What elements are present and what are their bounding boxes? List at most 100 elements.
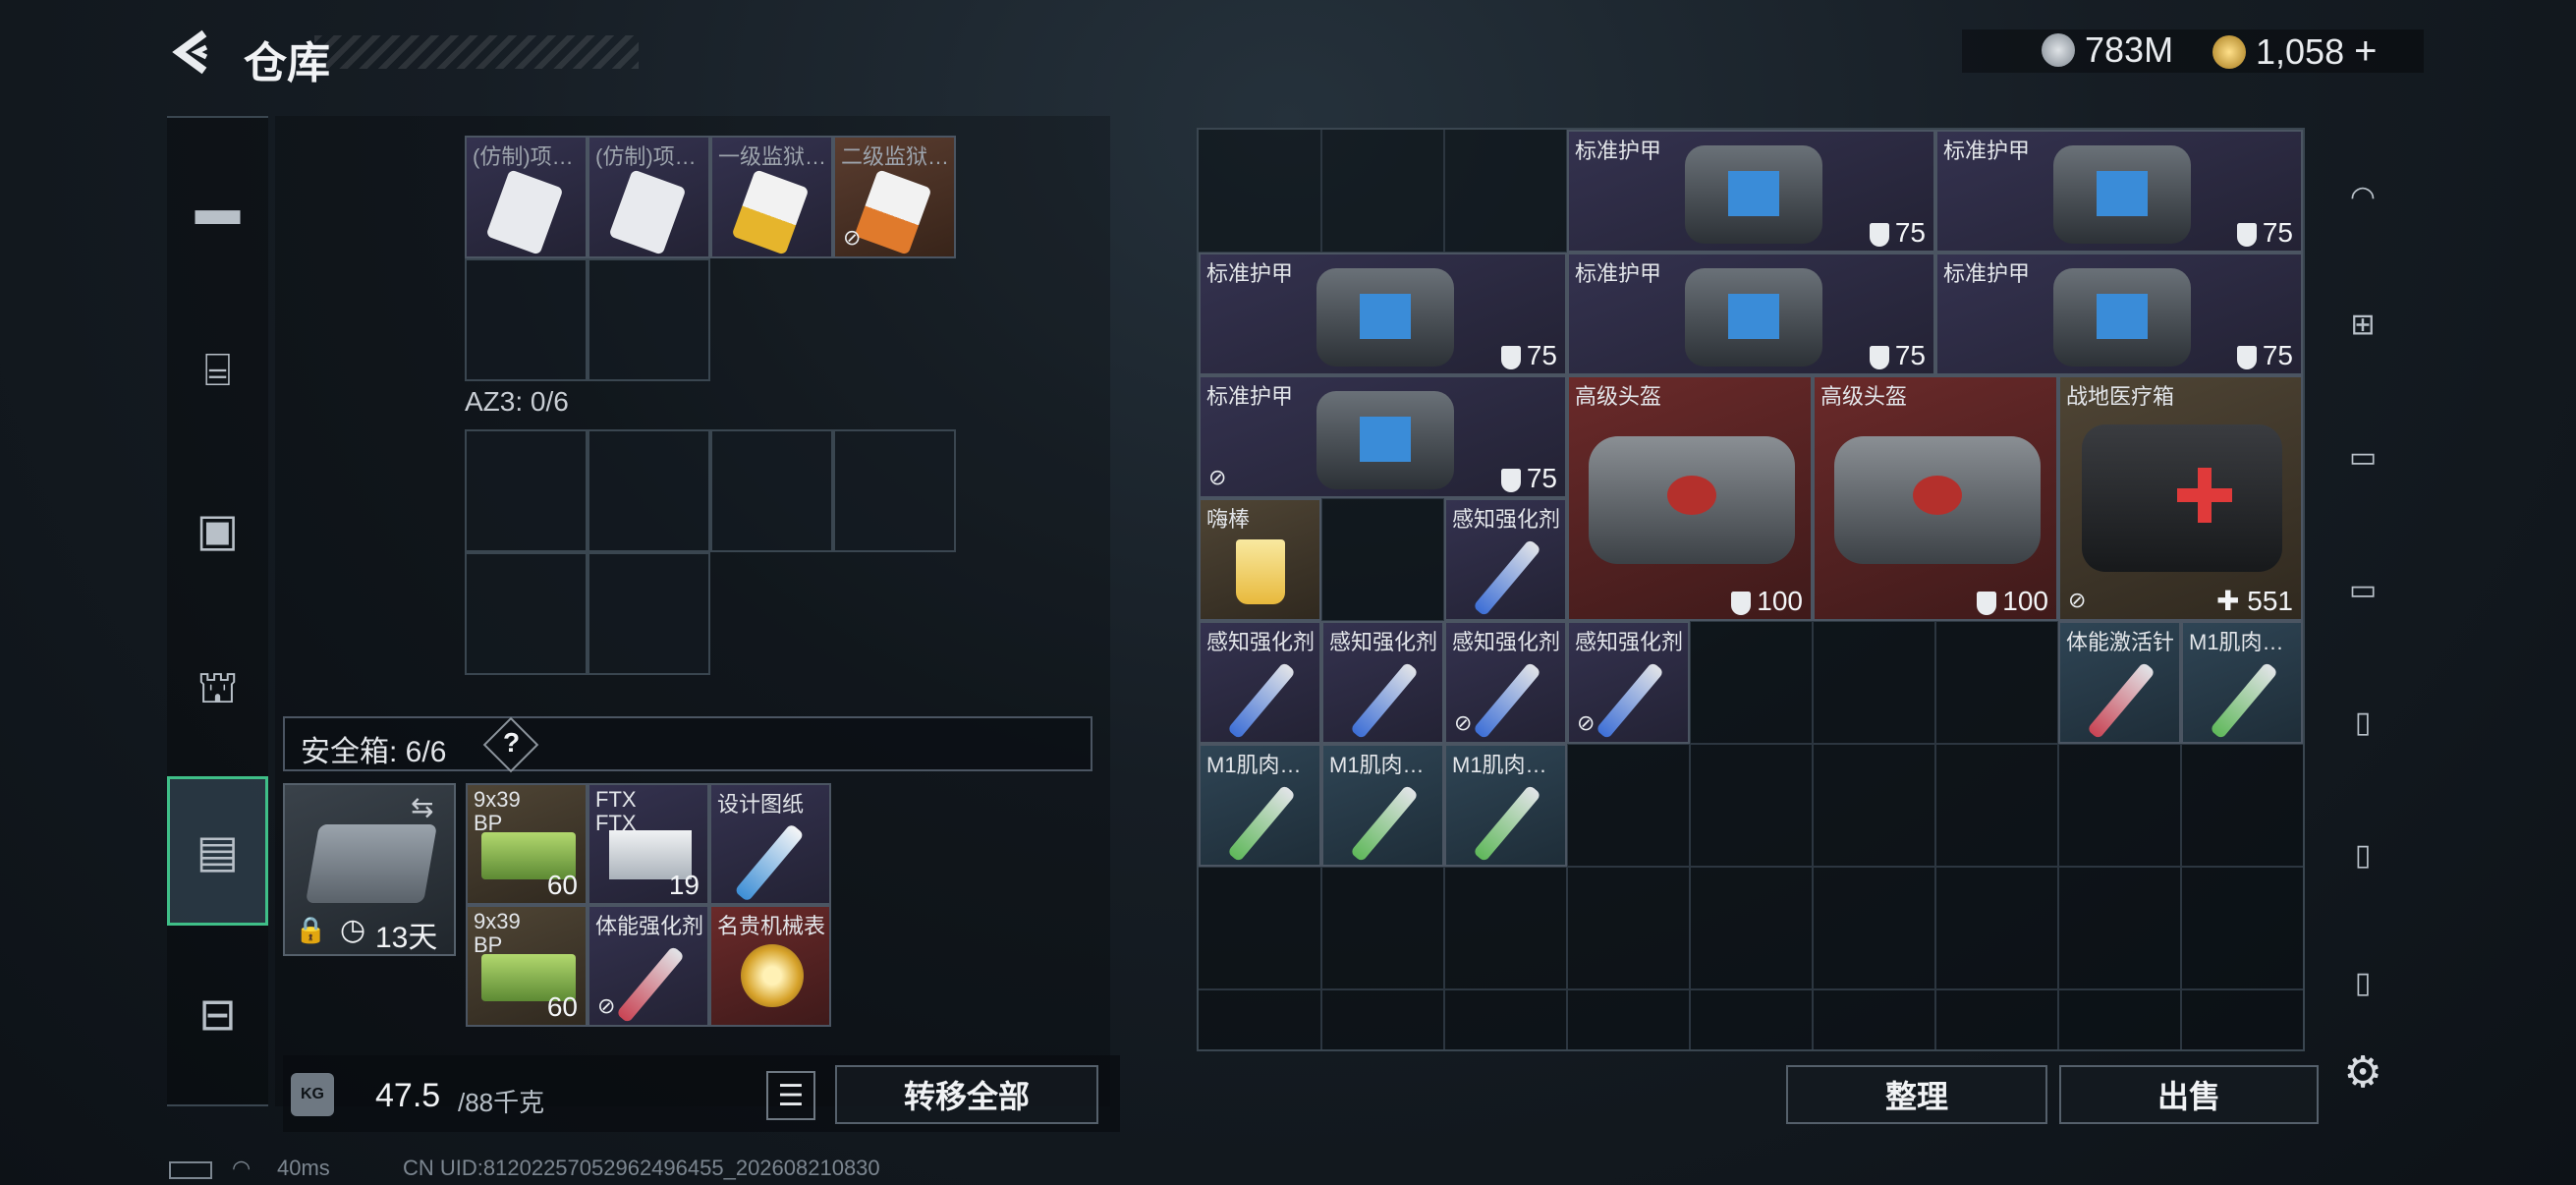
vital-injector-item[interactable]: 体能激活针 xyxy=(2058,621,2181,744)
gold-currency[interactable]: 1,058 + xyxy=(2212,29,2377,74)
armor-item[interactable]: 标准护甲 75 xyxy=(1567,130,1935,253)
armor-item[interactable]: 标准护甲 75 xyxy=(1567,253,1935,375)
filter-card-1[interactable]: ▯ xyxy=(2328,688,2397,757)
ammo-item-2[interactable]: 9x39 BP 60 xyxy=(466,905,588,1027)
item-name: 高级头盔 xyxy=(1575,384,1662,409)
watch-item[interactable]: 名贵机械表 xyxy=(709,905,831,1027)
az3-slot[interactable] xyxy=(588,429,710,552)
organize-button[interactable]: 整理 xyxy=(1786,1065,2047,1124)
filter-card-3[interactable]: ▯ xyxy=(2328,948,2397,1017)
armor-item[interactable]: 标准护甲 ⊘ 75 xyxy=(1199,375,1567,498)
category-bag[interactable]: ⛫ xyxy=(167,639,268,740)
stamina-booster-item[interactable]: 体能强化剂 ⊘ xyxy=(588,905,709,1027)
armor-item[interactable]: 标准护甲 75 xyxy=(1199,253,1567,375)
sense-booster-item[interactable]: 感知强化剂 xyxy=(1444,498,1567,621)
item-name: 标准护甲 xyxy=(1206,384,1294,409)
item-count: 19 xyxy=(668,870,700,900)
item-name: M1肌肉… xyxy=(1206,753,1302,777)
shield-icon xyxy=(1500,345,1521,369)
item-name: M1肌肉… xyxy=(1452,753,1547,777)
filter-helmet[interactable]: ◠ xyxy=(2328,162,2397,231)
category-vest[interactable]: ⌸ xyxy=(167,319,268,421)
card-item-1[interactable]: (仿制)项… xyxy=(465,136,588,258)
ftx-item[interactable]: FTX FTX 19 xyxy=(588,783,709,905)
m1-muscle-item[interactable]: M1肌肉… xyxy=(2181,621,2303,744)
add-currency-button[interactable]: + xyxy=(2354,29,2377,74)
az3-slot[interactable] xyxy=(710,429,833,552)
az3-slot[interactable] xyxy=(588,552,710,675)
first-aid-icon xyxy=(2082,424,2282,572)
ping-label: 40ms xyxy=(277,1156,330,1180)
item-name: 高级头盔 xyxy=(1820,384,1908,409)
item-name: 嗨棒 xyxy=(1206,507,1251,532)
armor-value: 75 xyxy=(1500,340,1557,371)
back-icon[interactable] xyxy=(167,28,216,77)
armor-item[interactable]: 标准护甲 75 xyxy=(1935,253,2303,375)
helmet-item[interactable]: 高级头盔 100 xyxy=(1813,375,2058,621)
gold-coin-icon xyxy=(2212,34,2246,69)
no-sell-icon: ⊘ xyxy=(1454,710,1473,735)
empty-slot[interactable] xyxy=(588,258,710,381)
category-briefcase[interactable]: ⊟ xyxy=(167,963,268,1064)
az3-slot[interactable] xyxy=(465,429,588,552)
level-iv-folder-icon: ▭ xyxy=(2348,440,2378,474)
armor-item[interactable]: 标准护甲 75 xyxy=(1935,130,2303,253)
sell-button[interactable]: 出售 xyxy=(2059,1065,2319,1124)
lock-icon: 🔒 xyxy=(295,915,327,944)
filter-folder-2[interactable]: ▭ xyxy=(2328,555,2397,624)
filter-folder-1[interactable]: ▭ xyxy=(2328,423,2397,491)
shield-icon xyxy=(1869,222,1889,247)
az3-slot[interactable] xyxy=(465,552,588,675)
empty-slot[interactable] xyxy=(465,258,588,381)
category-case[interactable]: ▤ xyxy=(167,776,268,926)
m1-muscle-item[interactable]: M1肌肉… xyxy=(1444,744,1567,867)
safe-box-case[interactable]: ⇆ 🔒 ◷ 13天 xyxy=(283,783,456,956)
az3-slot[interactable] xyxy=(833,429,956,552)
keycard-item-1[interactable]: 一级监狱… xyxy=(710,136,833,258)
case-icon: ▤ xyxy=(196,825,240,876)
item-count: 60 xyxy=(546,870,578,900)
item-name: 标准护甲 xyxy=(1575,139,1662,163)
item-name: M1肌肉… xyxy=(2189,630,2284,654)
armor-value: 75 xyxy=(2236,217,2293,249)
helmet-item[interactable]: 高级头盔 100 xyxy=(1567,375,1813,621)
armor-icon xyxy=(1316,268,1454,367)
m1-muscle-item[interactable]: M1肌肉… xyxy=(1199,744,1321,867)
card-item-2[interactable]: (仿制)项… xyxy=(588,136,710,258)
m1-muscle-item[interactable]: M1肌肉… xyxy=(1321,744,1444,867)
filter-card-2[interactable]: ▯ xyxy=(2328,820,2397,889)
transfer-all-button[interactable]: 转移全部 xyxy=(835,1065,1098,1124)
medkit-item[interactable]: 战地医疗箱 ⊘ ✚ 551 xyxy=(2058,375,2303,621)
sense-booster-item[interactable]: 感知强化剂 xyxy=(1199,621,1321,744)
no-sell-icon: ⊘ xyxy=(2068,588,2087,612)
armor-icon xyxy=(2053,145,2191,244)
shield-icon xyxy=(1731,591,1752,615)
settings-button[interactable]: ⚙ xyxy=(2328,1038,2397,1106)
lollipop-item[interactable]: 嗨棒 xyxy=(1199,498,1321,621)
item-name: 感知强化剂 xyxy=(1452,630,1561,654)
sense-booster-item[interactable]: 感知强化剂 ⊘ xyxy=(1567,621,1690,744)
helmet-bag-icon xyxy=(1834,436,2041,564)
keycard-item-2[interactable]: 二级监狱… ⊘ xyxy=(833,136,956,258)
filter-card-add[interactable]: ⊞ xyxy=(2328,290,2397,359)
ammo-item-1[interactable]: 9x39 BP 60 xyxy=(466,783,588,905)
list-view-button[interactable]: ☰ xyxy=(766,1071,815,1120)
level-iv-folder-icon: ▭ xyxy=(2348,573,2378,606)
sense-booster-item[interactable]: 感知强化剂 xyxy=(1321,621,1444,744)
item-name: 标准护甲 xyxy=(1575,261,1662,286)
item-name: 感知强化剂 xyxy=(1452,507,1561,532)
pistol-icon: ▬ xyxy=(195,182,241,234)
item-name: (仿制)项… xyxy=(595,144,697,169)
item-name: 体能强化剂 xyxy=(595,914,704,938)
blueprint-item[interactable]: 设计图纸 xyxy=(709,783,831,905)
list-icon: ☰ xyxy=(777,1079,805,1112)
safe-box-label: 安全箱: 6/6 xyxy=(301,736,447,768)
sense-booster-item[interactable]: 感知强化剂 ⊘ xyxy=(1444,621,1567,744)
item-name: 标准护甲 xyxy=(1943,139,2031,163)
silver-currency[interactable]: 783M xyxy=(2042,29,2173,71)
help-icon[interactable]: ? xyxy=(503,727,520,759)
item-count: 60 xyxy=(546,991,578,1022)
syringe-icon xyxy=(615,945,686,1024)
category-backpack[interactable]: ▣ xyxy=(167,479,268,580)
category-weapon[interactable]: ▬ xyxy=(167,157,268,258)
